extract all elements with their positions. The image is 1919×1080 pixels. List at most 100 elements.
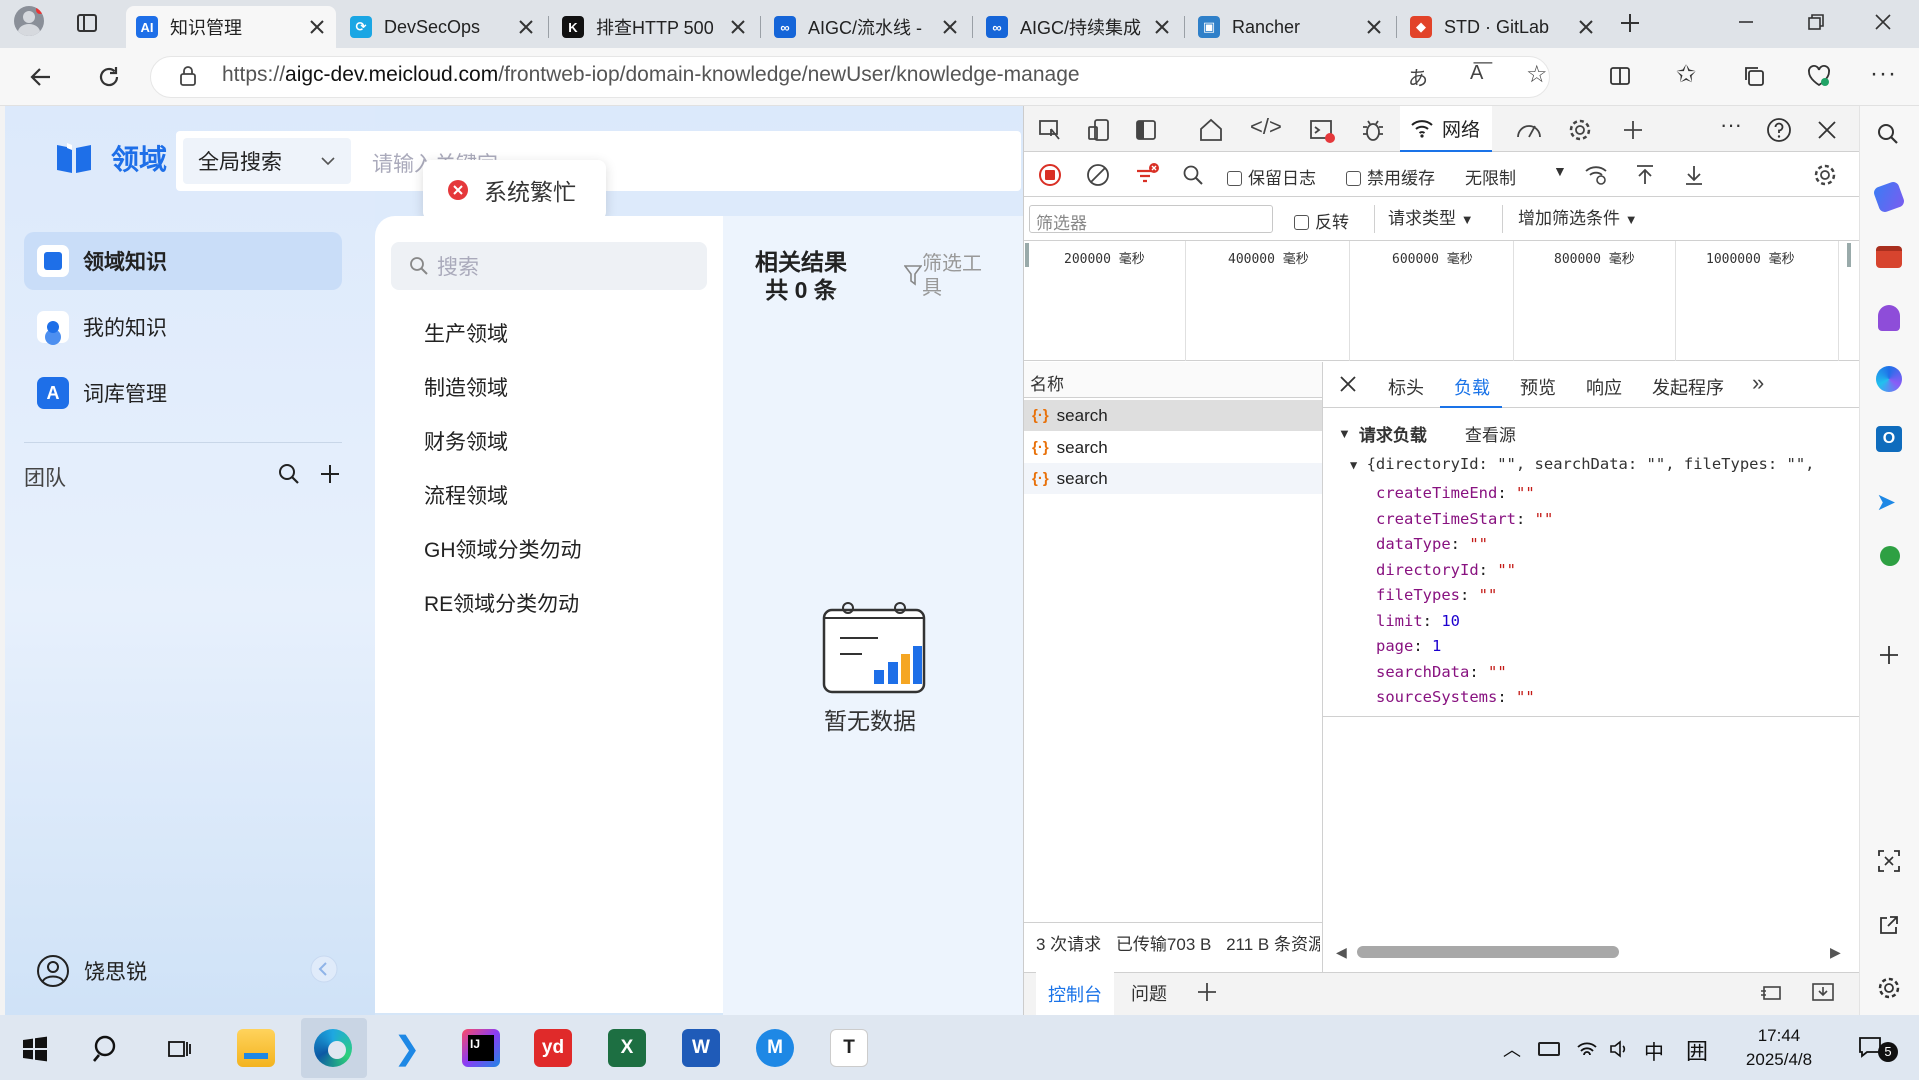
nav-item-lexicon[interactable]: A 词库管理: [24, 364, 342, 422]
help-icon[interactable]: [1766, 117, 1792, 143]
drawer-tab-console[interactable]: 控制台: [1036, 972, 1114, 1015]
tab-knowledge-manage[interactable]: AI 知识管理: [126, 6, 336, 48]
filter-toggle-icon[interactable]: [1134, 162, 1160, 188]
detail-tab-response[interactable]: 响应: [1586, 374, 1622, 400]
nav-item-my-knowledge[interactable]: 我的知识: [24, 298, 342, 356]
scroll-right-arrow-icon[interactable]: ▶: [1830, 944, 1841, 961]
drawer-tab-issues[interactable]: 问题: [1131, 980, 1167, 1006]
search-network-icon[interactable]: [1182, 164, 1204, 186]
tray-overflow-chevron-icon[interactable]: ︿: [1503, 1036, 1521, 1062]
new-tab-icon[interactable]: [1618, 11, 1642, 35]
search-scope-select[interactable]: 全局搜索: [183, 138, 351, 184]
network-conditions-icon[interactable]: [1584, 163, 1610, 187]
payload-field[interactable]: sourceSystems: "": [1376, 685, 1553, 711]
file-explorer-icon[interactable]: [237, 1029, 275, 1067]
reload-icon[interactable]: [96, 64, 122, 90]
excel-icon[interactable]: X: [608, 1029, 646, 1067]
close-tab-icon[interactable]: [941, 18, 959, 36]
taskbar-search-icon[interactable]: [92, 1034, 122, 1064]
tab-rancher[interactable]: ▣ Rancher: [1188, 6, 1393, 48]
more-menu-icon[interactable]: ···: [1870, 60, 1897, 88]
view-source-link[interactable]: 查看源: [1465, 421, 1516, 446]
browser-essentials-icon[interactable]: [1806, 63, 1832, 89]
payload-field[interactable]: limit: 10: [1376, 609, 1553, 635]
close-devtools-icon[interactable]: [1816, 119, 1838, 141]
close-detail-icon[interactable]: [1338, 374, 1358, 394]
domain-search-input[interactable]: 搜索: [391, 242, 707, 290]
domain-item[interactable]: 制造领域: [424, 372, 582, 426]
export-har-icon[interactable]: [1683, 163, 1705, 187]
tab-gitlab[interactable]: ◆ STD · GitLab: [1400, 6, 1605, 48]
tab-devsecops[interactable]: ⟳ DevSecOps: [340, 6, 545, 48]
minimize-icon[interactable]: [1736, 12, 1756, 32]
windows-start-icon[interactable]: [22, 1036, 48, 1062]
sidebar-search-icon[interactable]: [1876, 122, 1900, 146]
throttle-select[interactable]: 无限制 ▼: [1465, 163, 1567, 189]
devtools-more-icon[interactable]: ···: [1720, 112, 1742, 138]
network-filter-input[interactable]: 筛选器: [1029, 205, 1273, 233]
tab-network[interactable]: 网络: [1400, 106, 1492, 152]
name-column-header[interactable]: 名称: [1030, 370, 1064, 395]
payload-field[interactable]: createTimeStart: "": [1376, 507, 1553, 533]
sidebar-tree-icon[interactable]: [1880, 546, 1900, 566]
read-aloud-icon[interactable]: A͞: [1470, 62, 1483, 85]
sidebar-open-external-icon[interactable]: [1878, 914, 1900, 936]
close-window-icon[interactable]: [1873, 12, 1893, 32]
nav-item-domain-knowledge[interactable]: 领域知识: [24, 232, 342, 290]
close-tab-icon[interactable]: [517, 18, 535, 36]
tray-wifi-icon[interactable]: [1576, 1038, 1598, 1060]
favorites-icon[interactable]: ✩: [1676, 60, 1696, 89]
back-icon[interactable]: [28, 64, 54, 90]
typora-icon[interactable]: T: [830, 1029, 868, 1067]
request-row[interactable]: {·} search: [1024, 400, 1322, 431]
record-stop-icon[interactable]: [1038, 163, 1062, 187]
sidebar-add-icon[interactable]: [1878, 644, 1900, 666]
elements-icon[interactable]: </>: [1250, 114, 1282, 140]
console-icon[interactable]: [1309, 118, 1335, 144]
task-view-icon[interactable]: [166, 1036, 192, 1062]
intellij-icon[interactable]: IJ: [462, 1029, 500, 1067]
detail-tab-initiator[interactable]: 发起程序: [1652, 374, 1724, 400]
sidebar-screenshot-icon[interactable]: [1876, 848, 1902, 874]
payload-field[interactable]: fileTypes: "": [1376, 583, 1553, 609]
collections-icon[interactable]: [1742, 64, 1766, 88]
tab-actions-icon[interactable]: [76, 12, 98, 34]
tray-volume-icon[interactable]: [1608, 1038, 1630, 1060]
lock-icon[interactable]: [178, 65, 198, 87]
sidebar-tools-icon[interactable]: [1876, 246, 1902, 268]
profile-avatar[interactable]: [14, 6, 44, 36]
payload-summary-row[interactable]: ▼ {directoryId: "", searchData: "", file…: [1350, 455, 1850, 477]
close-tab-icon[interactable]: [308, 18, 326, 36]
quick-view-icon[interactable]: [1760, 981, 1784, 1003]
youdao-icon[interactable]: yd: [534, 1029, 572, 1067]
edge-browser-icon[interactable]: [314, 1029, 352, 1067]
request-row[interactable]: {·} search: [1024, 463, 1322, 494]
payload-field[interactable]: createTimeEnd: "": [1376, 481, 1553, 507]
url-text[interactable]: https://aigc-dev.meicloud.com/frontweb-i…: [222, 63, 1080, 87]
settings-gear-icon[interactable]: [1567, 117, 1593, 143]
domain-item[interactable]: 生产领域: [424, 318, 582, 372]
payload-field[interactable]: directoryId: "": [1376, 558, 1553, 584]
performance-icon[interactable]: [1515, 117, 1543, 143]
app-logo[interactable]: 领域: [55, 138, 167, 178]
detail-tab-preview[interactable]: 预览: [1520, 374, 1556, 400]
sidebar-settings-icon[interactable]: [1876, 975, 1902, 1001]
team-search-icon[interactable]: [277, 462, 301, 486]
network-settings-icon[interactable]: [1812, 162, 1838, 188]
device-toolbar-icon[interactable]: [1087, 118, 1111, 142]
sidebar-copilot-icon[interactable]: [1876, 366, 1902, 392]
close-tab-icon[interactable]: [1365, 18, 1383, 36]
taskbar-clock[interactable]: 17:44 2025/4/8: [1734, 1024, 1824, 1072]
preserve-log-checkbox[interactable]: 保留日志: [1227, 164, 1316, 189]
sidebar-games-icon[interactable]: [1878, 305, 1900, 331]
horizontal-scrollbar-thumb[interactable]: [1357, 946, 1619, 958]
sidebar-outlook-icon[interactable]: O: [1876, 426, 1902, 452]
tray-drive-icon[interactable]: [1538, 1042, 1560, 1056]
user-profile[interactable]: 饶思锐: [36, 954, 147, 988]
domain-item[interactable]: 财务领域: [424, 426, 582, 480]
more-tabs-chevron-icon[interactable]: »: [1752, 370, 1764, 396]
more-tools-plus-icon[interactable]: [1621, 118, 1645, 142]
clear-icon[interactable]: [1086, 163, 1110, 187]
dock-bottom-icon[interactable]: [1811, 981, 1835, 1003]
word-icon[interactable]: W: [682, 1029, 720, 1067]
